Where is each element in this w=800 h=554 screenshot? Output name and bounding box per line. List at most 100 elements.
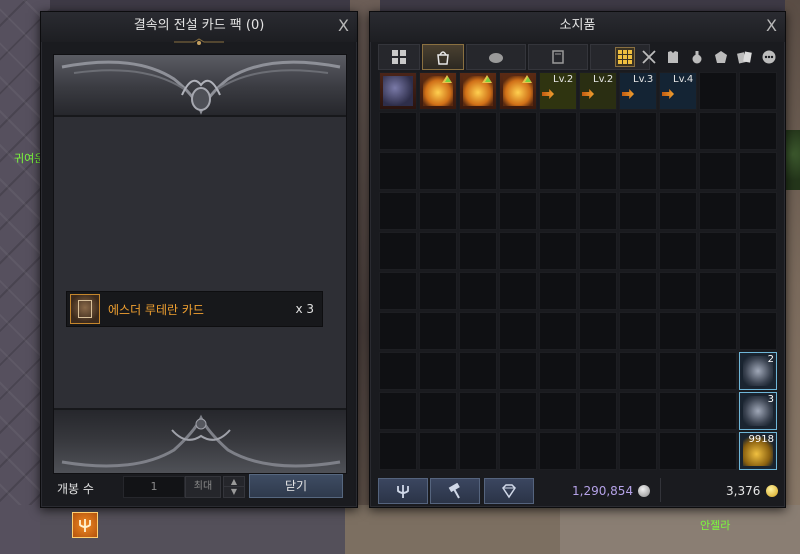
- filter-weapons[interactable]: [639, 47, 659, 67]
- npc-name-right[interactable]: 안젤라: [700, 517, 730, 533]
- inventory-slot[interactable]: [379, 432, 417, 470]
- inventory-slot[interactable]: [539, 152, 577, 190]
- inventory-slot[interactable]: [499, 352, 537, 390]
- inventory-slot[interactable]: [419, 312, 457, 350]
- inventory-slot[interactable]: [699, 312, 737, 350]
- inventory-slot[interactable]: [379, 272, 417, 310]
- tab-book[interactable]: [528, 44, 588, 70]
- inventory-slot[interactable]: [459, 112, 497, 150]
- inventory-slot[interactable]: [659, 192, 697, 230]
- inventory-slot[interactable]: [619, 112, 657, 150]
- inventory-slot[interactable]: [379, 232, 417, 270]
- close-button[interactable]: 닫기: [249, 474, 343, 498]
- inventory-slot[interactable]: [419, 232, 457, 270]
- inventory-slot[interactable]: [379, 112, 417, 150]
- inventory-slot[interactable]: [499, 192, 537, 230]
- inventory-slot[interactable]: [739, 112, 777, 150]
- pet-function-button[interactable]: [378, 478, 428, 504]
- inventory-slot[interactable]: [659, 232, 697, 270]
- inventory-slot[interactable]: [619, 352, 657, 390]
- inventory-slot[interactable]: [699, 192, 737, 230]
- inventory-slot[interactable]: [739, 232, 777, 270]
- card-pack-close-icon[interactable]: X: [338, 12, 349, 40]
- inventory-slot[interactable]: [579, 112, 617, 150]
- inventory-slot[interactable]: [579, 192, 617, 230]
- inventory-slot[interactable]: [419, 112, 457, 150]
- inventory-slot[interactable]: [499, 152, 537, 190]
- filter-armor[interactable]: [663, 47, 683, 67]
- inventory-slot[interactable]: [379, 352, 417, 390]
- inventory-slot[interactable]: [619, 192, 657, 230]
- inventory-slot[interactable]: [379, 72, 417, 110]
- inventory-slot[interactable]: [699, 152, 737, 190]
- inventory-titlebar[interactable]: 소지품 X: [370, 12, 785, 42]
- inventory-slot[interactable]: [739, 272, 777, 310]
- inventory-slot[interactable]: [619, 432, 657, 470]
- max-button[interactable]: 최대: [185, 476, 221, 498]
- inventory-slot[interactable]: 2: [739, 352, 777, 390]
- inventory-slot[interactable]: [659, 352, 697, 390]
- inventory-slot[interactable]: Lv.3: [619, 72, 657, 110]
- inventory-slot[interactable]: [499, 232, 537, 270]
- quick-slot-trident-icon[interactable]: [72, 512, 98, 538]
- inventory-slot[interactable]: [459, 312, 497, 350]
- inventory-slot[interactable]: [459, 192, 497, 230]
- stepper-up-icon[interactable]: ▲: [224, 477, 244, 487]
- tab-pouch[interactable]: [466, 44, 526, 70]
- inventory-slot[interactable]: [619, 272, 657, 310]
- inventory-slot[interactable]: [459, 152, 497, 190]
- inventory-slot[interactable]: [459, 72, 497, 110]
- inventory-slot[interactable]: [699, 352, 737, 390]
- inventory-slot[interactable]: 3: [739, 392, 777, 430]
- filter-cards[interactable]: [735, 47, 755, 67]
- inventory-slot[interactable]: [459, 232, 497, 270]
- inventory-slot[interactable]: [579, 312, 617, 350]
- inventory-slot[interactable]: [579, 152, 617, 190]
- inventory-slot[interactable]: [499, 392, 537, 430]
- inventory-slot[interactable]: [499, 272, 537, 310]
- filter-potions[interactable]: [687, 47, 707, 67]
- inventory-slot[interactable]: [659, 272, 697, 310]
- inventory-slot[interactable]: [659, 432, 697, 470]
- card-pack-titlebar[interactable]: 결속의 전설 카드 팩 (0) X: [41, 12, 357, 45]
- inventory-slot[interactable]: [739, 72, 777, 110]
- inventory-slot[interactable]: [699, 392, 737, 430]
- inventory-slot[interactable]: [419, 272, 457, 310]
- dismantle-button[interactable]: [430, 478, 480, 504]
- inventory-slot[interactable]: [539, 312, 577, 350]
- inventory-slot[interactable]: [539, 432, 577, 470]
- inventory-slot[interactable]: [539, 232, 577, 270]
- inventory-close-icon[interactable]: X: [766, 12, 777, 40]
- inventory-slot[interactable]: [539, 272, 577, 310]
- tab-bag[interactable]: [422, 44, 464, 70]
- inventory-slot[interactable]: [699, 432, 737, 470]
- inventory-slot[interactable]: [419, 72, 457, 110]
- inventory-slot[interactable]: [739, 152, 777, 190]
- inventory-slot[interactable]: [459, 272, 497, 310]
- inventory-slot[interactable]: [539, 392, 577, 430]
- inventory-slot[interactable]: [379, 392, 417, 430]
- inventory-slot[interactable]: [459, 392, 497, 430]
- inventory-slot[interactable]: [619, 312, 657, 350]
- inventory-slot[interactable]: [459, 432, 497, 470]
- inventory-slot[interactable]: [739, 192, 777, 230]
- inventory-slot[interactable]: [699, 112, 737, 150]
- inventory-slot[interactable]: Lv.2: [579, 72, 617, 110]
- inventory-slot[interactable]: [619, 392, 657, 430]
- inventory-slot[interactable]: [419, 432, 457, 470]
- inventory-slot[interactable]: [539, 192, 577, 230]
- inventory-slot[interactable]: [619, 232, 657, 270]
- inventory-slot[interactable]: [499, 432, 537, 470]
- inventory-slot[interactable]: [619, 152, 657, 190]
- inventory-slot[interactable]: [659, 152, 697, 190]
- inventory-slot[interactable]: [419, 152, 457, 190]
- inventory-slot[interactable]: [579, 352, 617, 390]
- inventory-slot[interactable]: [379, 312, 417, 350]
- inventory-slot[interactable]: [579, 432, 617, 470]
- card-list-item[interactable]: 에스더 루테란 카드 x 3: [66, 291, 323, 327]
- inventory-slot[interactable]: Lv.4: [659, 72, 697, 110]
- inventory-slot[interactable]: [499, 112, 537, 150]
- inventory-slot[interactable]: Lv.2: [539, 72, 577, 110]
- inventory-slot[interactable]: [499, 312, 537, 350]
- inventory-slot[interactable]: [419, 192, 457, 230]
